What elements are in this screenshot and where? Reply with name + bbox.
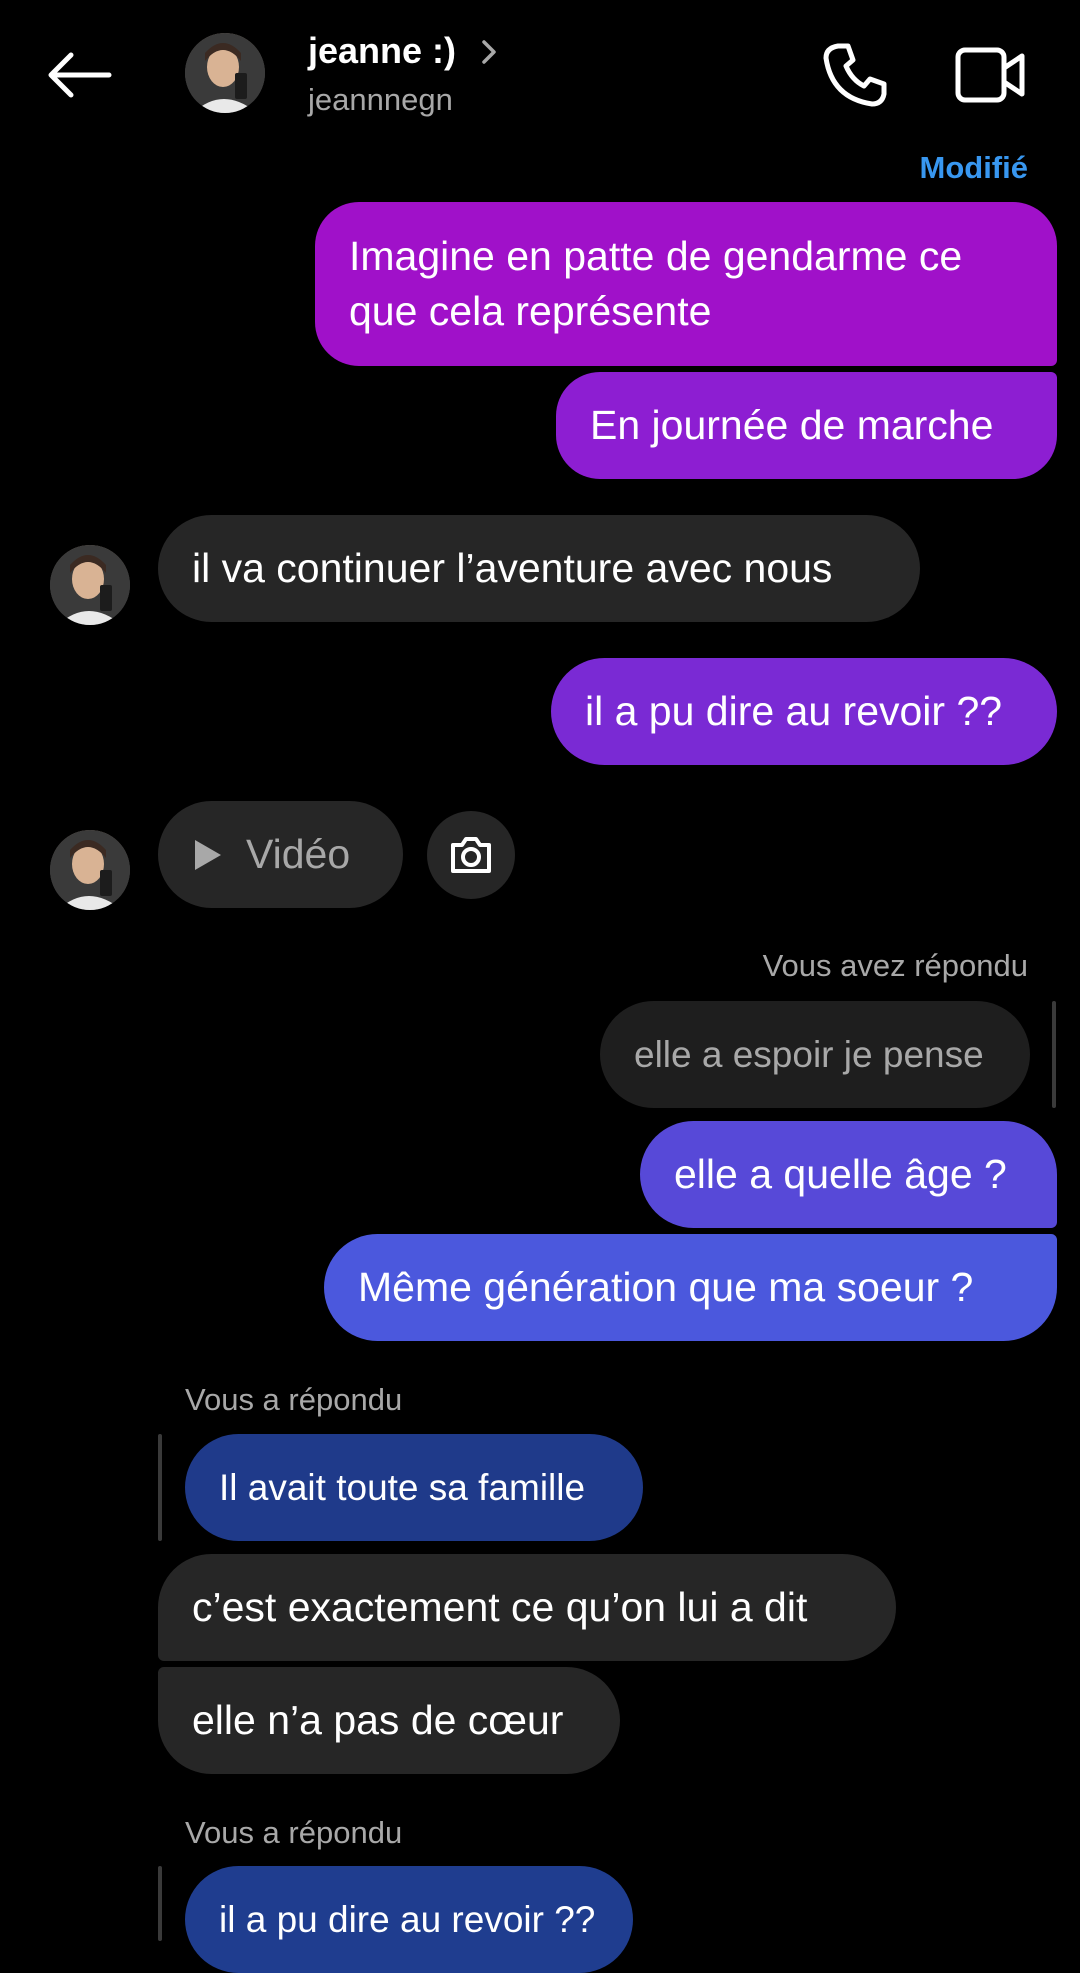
phone-icon	[823, 43, 887, 107]
incoming-message[interactable]: c’est exactement ce qu’on lui a dit	[158, 1554, 896, 1661]
outgoing-message[interactable]: elle a quelle âge ?	[640, 1121, 1057, 1228]
reply-caption: Vous a répondu	[185, 1382, 403, 1417]
contact-avatar[interactable]	[50, 830, 130, 910]
quoted-message[interactable]: elle a espoir je pense	[600, 1001, 1030, 1108]
back-arrow-icon	[48, 52, 112, 98]
camera-reply-button[interactable]	[427, 811, 515, 899]
contact-name[interactable]: jeanne :)	[308, 30, 456, 72]
contact-username[interactable]: jeannnegn	[308, 82, 453, 118]
reply-caption: Vous avez répondu	[762, 948, 1028, 983]
edited-label[interactable]: Modifié	[920, 150, 1029, 186]
video-message[interactable]: Vidéo	[158, 801, 403, 908]
reply-caption: Vous a répondu	[185, 1815, 403, 1850]
video-label: Vidéo	[246, 831, 351, 877]
header-avatar[interactable]	[185, 33, 265, 113]
reply-indicator	[1052, 1001, 1056, 1108]
incoming-message[interactable]: elle n’a pas de cœur	[158, 1667, 620, 1774]
reply-indicator	[158, 1866, 162, 1941]
outgoing-message[interactable]: En journée de marche	[556, 372, 1057, 479]
outgoing-message[interactable]: Imagine en patte de gendarme ce que cela…	[315, 202, 1057, 366]
quoted-message[interactable]: Il avait toute sa famille	[185, 1434, 643, 1541]
camera-icon	[451, 837, 491, 873]
chevron-right-icon[interactable]	[478, 36, 502, 68]
voice-call-button[interactable]	[820, 40, 890, 110]
video-call-button[interactable]	[950, 40, 1030, 110]
video-camera-icon	[955, 47, 1025, 103]
outgoing-message[interactable]: Même génération que ma soeur ?	[324, 1234, 1057, 1341]
outgoing-message[interactable]: il a pu dire au revoir ??	[551, 658, 1057, 765]
back-button[interactable]	[40, 40, 120, 110]
reply-indicator	[158, 1434, 162, 1541]
incoming-message[interactable]: il va continuer l’aventure avec nous	[158, 515, 920, 622]
contact-avatar[interactable]	[50, 545, 130, 625]
quoted-message[interactable]: il a pu dire au revoir ??	[185, 1866, 633, 1973]
play-icon	[195, 839, 221, 870]
